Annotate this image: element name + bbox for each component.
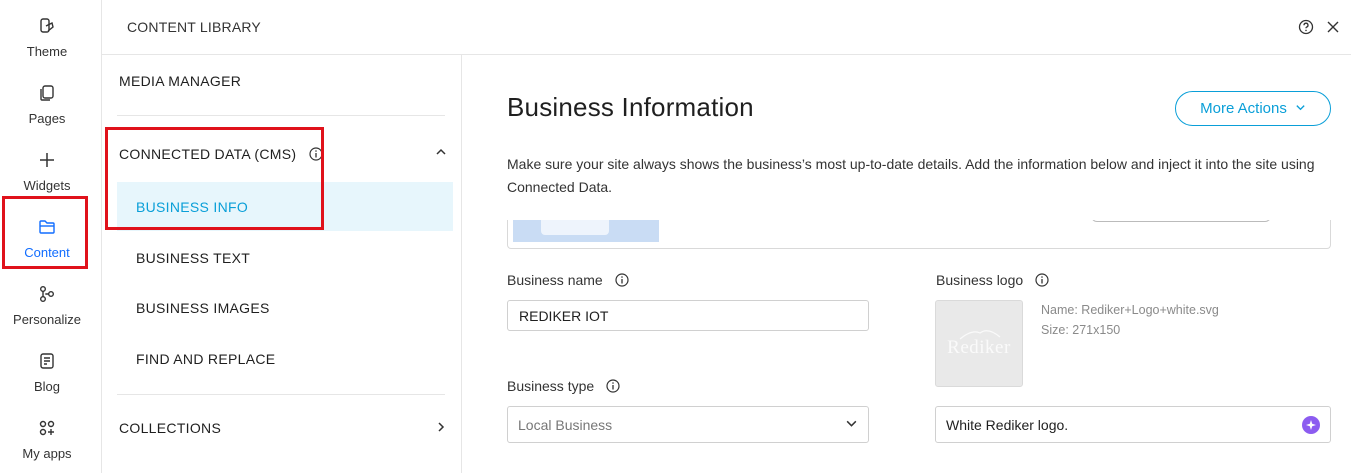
business-name-input[interactable]: REDIKER IOT (507, 300, 869, 331)
rail-item-personalize[interactable]: Personalize (0, 268, 94, 335)
business-type-value: Local Business (518, 416, 613, 433)
top-bar: CONTENT LIBRARY (102, 0, 1351, 55)
close-icon[interactable] (1324, 18, 1342, 36)
nav-collections-label: COLLECTIONS (119, 420, 222, 436)
page-description: Make sure your site always shows the bus… (507, 156, 1315, 195)
divider (117, 394, 445, 395)
chevron-up-icon[interactable] (435, 145, 447, 161)
nav-business-info[interactable]: BUSINESS INFO (136, 199, 248, 215)
rail-item-pages[interactable]: Pages (0, 67, 94, 134)
logo-alt-text-input[interactable]: White Rediker logo. (935, 406, 1331, 443)
chevron-down-icon (1295, 100, 1306, 117)
rail-item-label: Personalize (13, 312, 81, 327)
logo-alt-text-value: White Rediker logo. (946, 416, 1069, 433)
chevron-right-icon (435, 420, 447, 436)
more-actions-button[interactable]: More Actions (1175, 91, 1331, 126)
nav-connected-data[interactable]: CONNECTED DATA (CMS) (119, 146, 449, 162)
info-icon[interactable] (615, 273, 629, 287)
rail-item-my-apps[interactable]: My apps (0, 402, 94, 469)
help-circle-icon[interactable] (1298, 19, 1314, 35)
library-nav: MEDIA MANAGER CONNECTED DATA (CMS) BUSIN… (102, 55, 462, 473)
rail-item-label: Widgets (23, 178, 71, 193)
rail-item-blog[interactable]: Blog (0, 335, 94, 402)
rail-item-label: Content (24, 245, 70, 260)
business-type-select[interactable]: Local Business (507, 406, 869, 443)
business-name-label-row: Business name (507, 272, 629, 288)
rail-item-label: Theme (26, 44, 68, 59)
theme-icon (36, 15, 58, 37)
panel-title: CONTENT LIBRARY (127, 19, 261, 35)
divider (117, 115, 445, 116)
business-logo-label: Business logo (936, 272, 1024, 288)
page-title: Business Information (507, 92, 754, 122)
nav-business-images[interactable]: BUSINESS IMAGES (136, 300, 270, 316)
preview-image (513, 220, 659, 242)
nav-find-and-replace[interactable]: FIND AND REPLACE (136, 351, 275, 367)
business-name-label: Business name (507, 272, 603, 288)
nav-collections[interactable]: COLLECTIONS (119, 420, 449, 436)
more-actions-label: More Actions (1200, 100, 1287, 117)
nav-connected-data-label: CONNECTED DATA (CMS) (119, 146, 297, 162)
business-type-label-row: Business type (507, 378, 620, 394)
rail-item-widgets[interactable]: Widgets (0, 134, 94, 201)
business-logo-label-row: Business logo (936, 272, 1049, 288)
info-icon[interactable] (308, 147, 323, 161)
info-icon[interactable] (606, 379, 620, 393)
chevron-down-icon (845, 417, 858, 433)
logo-mountain-mark (959, 330, 1001, 340)
rail-item-content[interactable]: Content (0, 201, 94, 268)
preview-card (507, 220, 1331, 249)
apps-icon (36, 417, 58, 439)
nav-media-manager[interactable]: MEDIA MANAGER (119, 73, 241, 89)
preview-decoration (1091, 220, 1271, 222)
rail-item-label: My apps (22, 446, 72, 461)
rail-item-theme[interactable]: Theme (0, 0, 94, 67)
plus-icon (36, 149, 58, 171)
personalize-icon (36, 283, 58, 305)
business-info-panel: Business Information More Actions Make s… (462, 55, 1351, 473)
folder-icon (36, 216, 58, 238)
business-type-label: Business type (507, 378, 595, 394)
logo-file-size: Size: 271x150 (1041, 323, 1121, 337)
nav-business-text[interactable]: BUSINESS TEXT (136, 250, 250, 266)
business-logo-thumbnail[interactable]: Rediker (935, 300, 1023, 387)
left-rail: Theme Pages Widgets Content Personalize … (0, 0, 102, 473)
info-icon[interactable] (1035, 273, 1049, 287)
rail-item-label: Pages (28, 111, 66, 126)
logo-file-name: Name: Rediker+Logo+white.svg (1041, 303, 1219, 317)
rail-item-label: Blog (33, 379, 61, 394)
ai-sparkle-icon[interactable] (1302, 415, 1320, 434)
pages-icon (36, 82, 58, 104)
blog-icon (36, 350, 58, 372)
